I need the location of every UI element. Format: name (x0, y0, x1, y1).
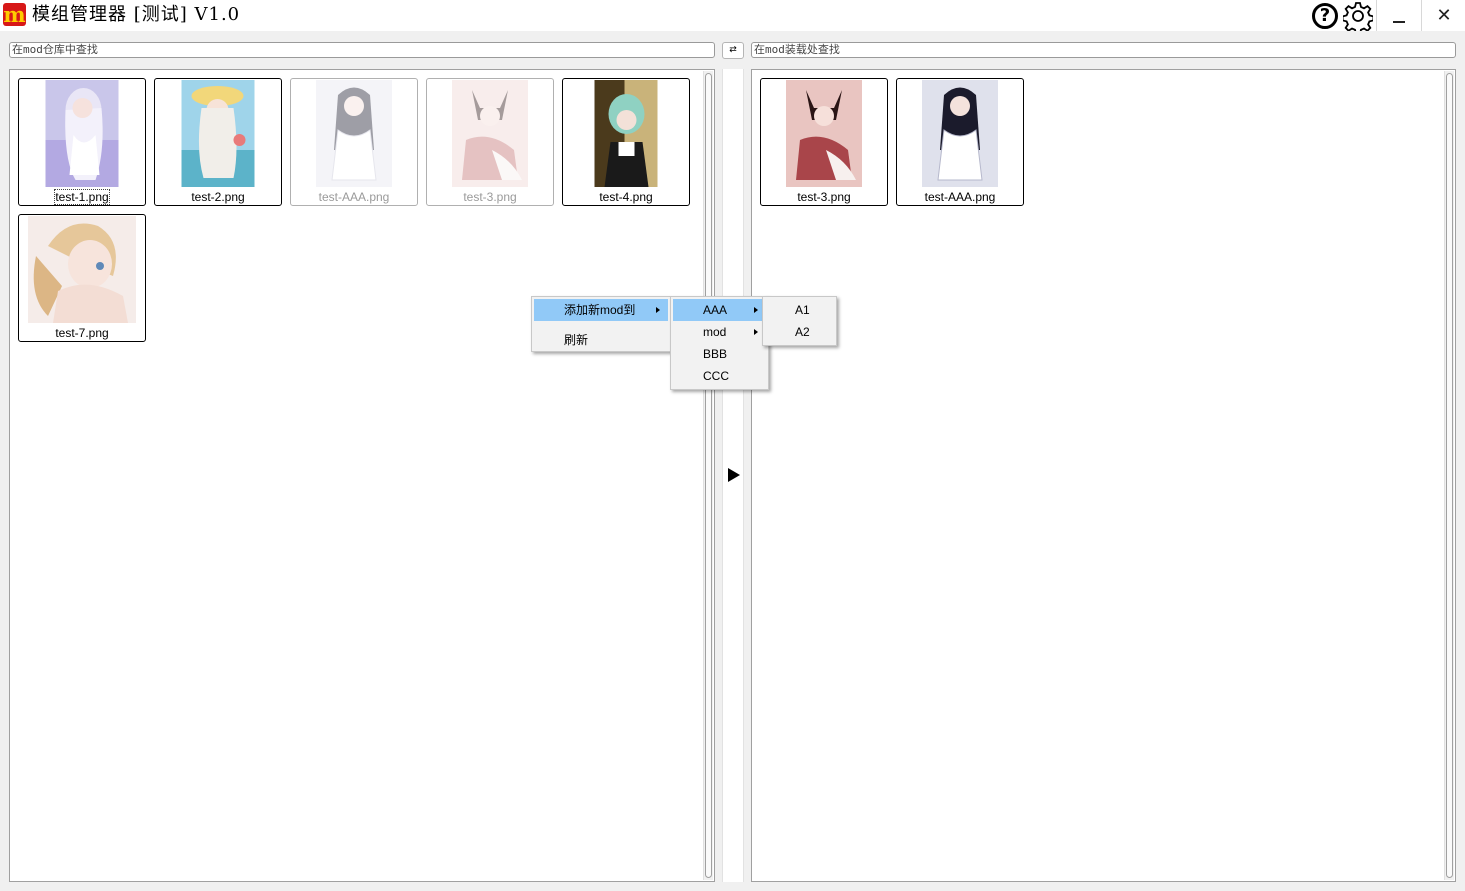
submenu-arrow-icon (754, 307, 758, 313)
mod-card-label: test-4.png (599, 190, 653, 204)
menu-item-label: 刷新 (564, 333, 589, 347)
window-title: 模组管理器 [测试] V1.0 (32, 4, 241, 25)
menu-item-label: A1 (795, 303, 810, 317)
loaded-scroll-thumb[interactable] (1446, 73, 1453, 878)
mod-thumbnail (45, 80, 119, 187)
mod-card-test-3[interactable]: test-3.png (426, 78, 554, 206)
settings-button[interactable] (1342, 0, 1374, 31)
minimize-icon (1393, 20, 1405, 23)
loaded-card-test-AAA[interactable]: test-AAA.png (896, 78, 1024, 206)
loaded-scrollbar[interactable] (1444, 71, 1454, 880)
loaded-panel[interactable]: test-3.png test-AAA.png (751, 69, 1456, 882)
library-search-input[interactable]: 在mod仓库中查找 (9, 42, 715, 58)
mod-card-test-AAA[interactable]: test-AAA.png (290, 78, 418, 206)
mod-card-label: test-2.png (191, 190, 245, 204)
transfer-strip (722, 69, 744, 882)
library-panel[interactable]: test-1.png test-2.png test-AAA.png test-… (9, 69, 715, 882)
close-button[interactable]: ✕ (1421, 0, 1465, 31)
menu-item-add-mod-to[interactable]: 添加新mod到 (534, 299, 668, 321)
library-scroll-thumb[interactable] (705, 73, 712, 878)
mod-card-test-4[interactable]: test-4.png (562, 78, 690, 206)
close-icon: ✕ (1436, 5, 1452, 26)
mod-card-label: test-3.png (797, 190, 851, 204)
submenu-item-ccc[interactable]: CCC (673, 365, 766, 387)
mod-card-label: test-3.png (463, 190, 517, 204)
help-button[interactable]: ? (1309, 0, 1341, 31)
gear-icon (1343, 1, 1373, 31)
subsubmenu-item-a1[interactable]: A1 (765, 299, 834, 321)
submenu-item-aaa[interactable]: AAA (673, 299, 766, 321)
submenu-item-bbb[interactable]: BBB (673, 343, 766, 365)
submenu-arrow-icon (754, 329, 758, 335)
menu-item-label: 添加新mod到 (564, 303, 636, 317)
subsubmenu-item-a2[interactable]: A2 (765, 321, 834, 343)
context-menu[interactable]: 添加新mod到 刷新 (531, 296, 671, 352)
mod-card-test-2[interactable]: test-2.png (154, 78, 282, 206)
mod-thumbnail (316, 80, 392, 187)
swap-button[interactable]: ⇄ (722, 42, 744, 59)
mod-card-test-7[interactable]: test-7.png (18, 214, 146, 342)
submenu-arrow-icon (656, 307, 660, 313)
help-icon: ? (1312, 2, 1338, 29)
menu-item-label: mod (703, 325, 727, 339)
mod-thumbnail (452, 80, 528, 187)
mod-card-label: test-AAA.png (924, 190, 996, 204)
mod-thumbnail (786, 80, 862, 187)
menu-item-label: CCC (703, 369, 729, 383)
mod-card-test-1[interactable]: test-1.png (18, 78, 146, 206)
mod-card-label: test-1.png (54, 189, 110, 205)
mod-thumbnail (28, 216, 136, 323)
mod-card-label: test-7.png (55, 326, 109, 340)
submenu-item-mod[interactable]: mod (673, 321, 766, 343)
swap-icon: ⇄ (729, 45, 737, 55)
menu-item-refresh[interactable]: 刷新 (534, 329, 668, 351)
app-logo-icon: m (3, 2, 26, 27)
mod-thumbnail (922, 80, 998, 187)
menu-item-label: AAA (703, 303, 728, 317)
context-subsubmenu[interactable]: A1 A2 (762, 296, 837, 346)
mod-card-label: test-AAA.png (318, 190, 390, 204)
library-scrollbar[interactable] (703, 71, 713, 880)
play-arrow-icon[interactable] (728, 468, 740, 482)
context-submenu[interactable]: AAA mod BBB CCC (670, 296, 769, 390)
mod-thumbnail (594, 80, 658, 187)
loaded-search-input[interactable]: 在mod装载处查找 (751, 42, 1456, 58)
loaded-card-test-3[interactable]: test-3.png (760, 78, 888, 206)
menu-item-label: BBB (703, 347, 728, 361)
title-bar[interactable]: m 模组管理器 [测试] V1.0 ? ✕ (0, 0, 1465, 31)
menu-item-label: A2 (795, 325, 810, 339)
mod-thumbnail (181, 80, 255, 187)
minimize-button[interactable] (1376, 0, 1421, 31)
